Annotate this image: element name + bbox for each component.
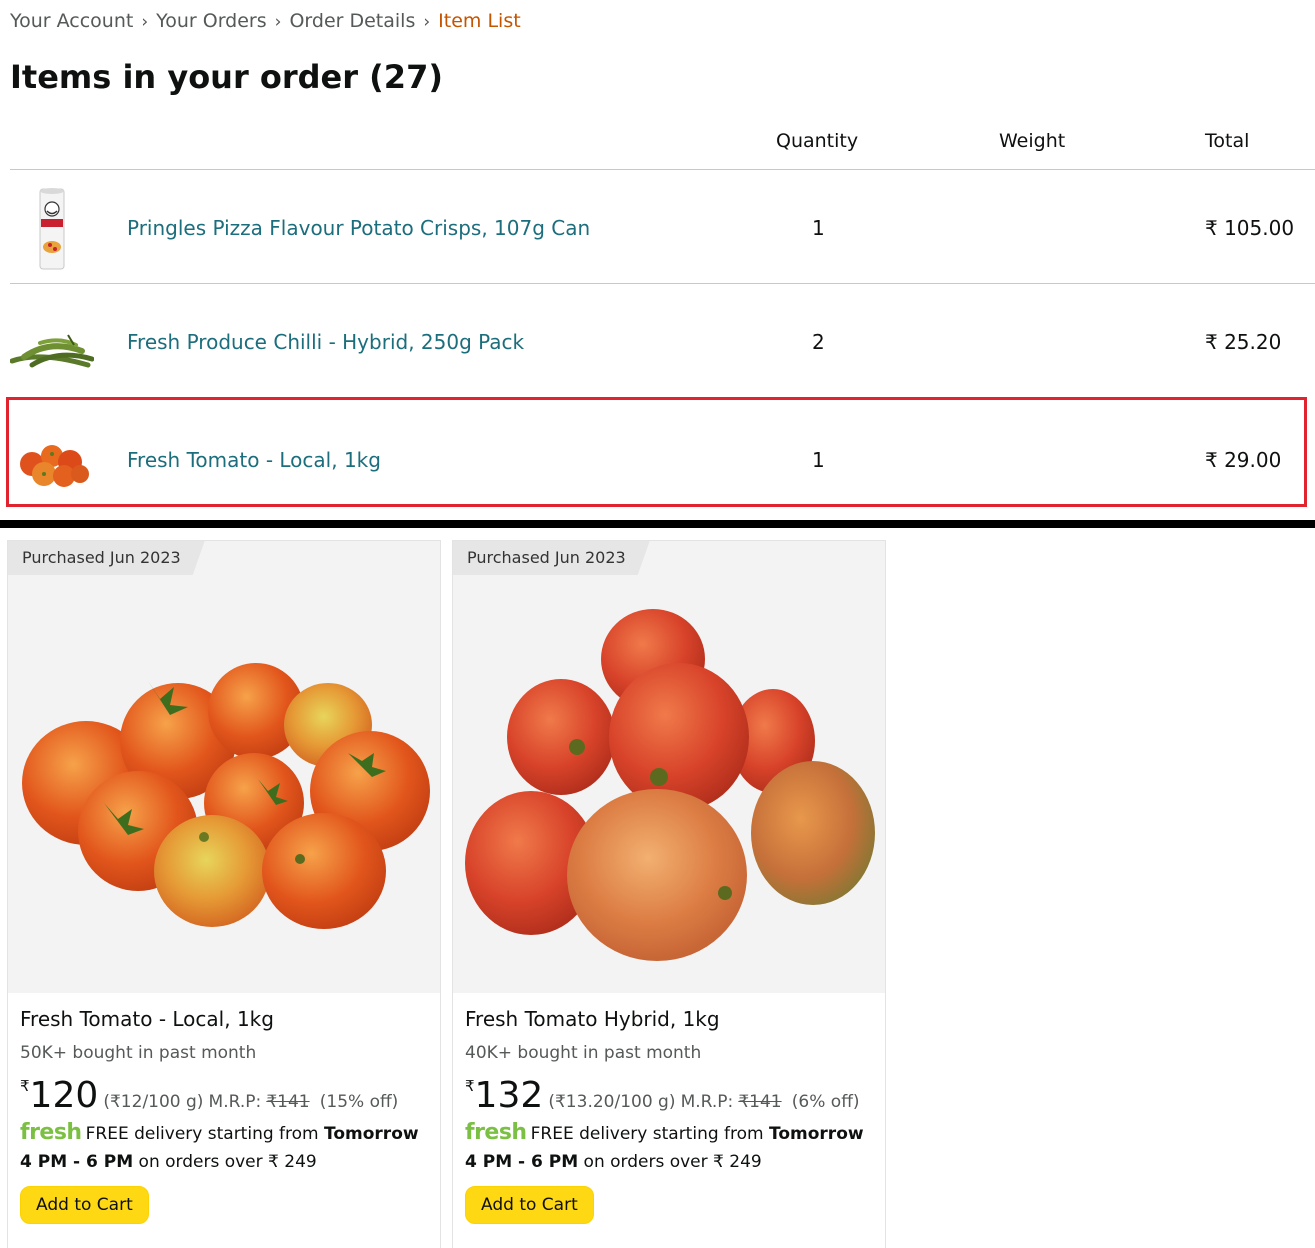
table-row: Pringles Pizza Flavour Potato Crisps, 10… (10, 171, 1315, 284)
item-total: ₹ 105.00 (1205, 216, 1295, 240)
unit-price: (₹12/100 g) (103, 1092, 204, 1112)
column-header-quantity: Quantity (776, 130, 859, 152)
mrp-label: M.R.P: (208, 1092, 262, 1112)
discount: (6% off) (791, 1092, 860, 1112)
product-title[interactable]: Fresh Tomato Hybrid, 1kg (465, 1007, 875, 1031)
delivery-text: FREE delivery starting from (85, 1124, 319, 1144)
mrp-label: M.R.P: (680, 1092, 734, 1112)
highlight-box (6, 397, 1307, 507)
item-quantity: 1 (812, 216, 825, 240)
delivery-text: FREE delivery starting from (530, 1124, 764, 1144)
currency-symbol: ₹ (465, 1077, 475, 1095)
delivery-info: fresh FREE delivery starting from Tomorro… (465, 1119, 875, 1176)
item-total: ₹ 25.20 (1205, 330, 1282, 354)
product-card: Purchased Jun 2023 Fresh Tomato Hybrid, … (452, 540, 886, 1248)
product-card: Purchased Jun 2023 Fresh Tomato - Local,… (7, 540, 441, 1248)
bought-count: 50K+ bought in past month (20, 1043, 257, 1063)
tomato-hybrid-icon (465, 609, 875, 961)
unit-price: (₹13.20/100 g) (548, 1092, 676, 1112)
product-image[interactable]: Purchased Jun 2023 (453, 541, 885, 993)
purchased-badge: Purchased Jun 2023 (453, 541, 650, 575)
delivery-info: fresh FREE delivery starting from Tomorro… (20, 1119, 430, 1176)
tomato-local-icon (22, 663, 430, 929)
green-chilli-icon[interactable] (10, 299, 94, 383)
currency-symbol: ₹ (20, 1077, 30, 1095)
breadcrumb-order-details[interactable]: Order Details (289, 10, 415, 32)
purchased-badge: Purchased Jun 2023 (8, 541, 205, 575)
breadcrumb: Your Account › Your Orders › Order Details › I… (10, 10, 521, 32)
breadcrumb-your-orders[interactable]: Your Orders (156, 10, 267, 32)
price: 132 (474, 1075, 544, 1116)
price-line: ₹132 (₹13.20/100 g) M.R.P: ₹141 (6% off) (465, 1075, 875, 1116)
add-to-cart-button[interactable]: Add to Cart (20, 1186, 149, 1224)
breadcrumb-item-list: Item List (438, 10, 521, 32)
column-header-total: Total (1205, 130, 1250, 152)
pringles-can-icon[interactable] (10, 187, 94, 271)
price-line: ₹120 (₹12/100 g) M.R.P: ₹141 (15% off) (20, 1075, 430, 1116)
breadcrumb-separator: › (423, 12, 431, 32)
breadcrumb-separator: › (141, 12, 149, 32)
discount: (15% off) (319, 1092, 399, 1112)
table-header: Quantity Weight Total (10, 118, 1315, 170)
product-details: Fresh Tomato - Local, 1kg 50K+ bought in… (20, 1007, 430, 1224)
item-link-pringles[interactable]: Pringles Pizza Flavour Potato Crisps, 10… (127, 216, 590, 240)
mrp-value: ₹141 (266, 1092, 310, 1112)
product-title[interactable]: Fresh Tomato - Local, 1kg (20, 1007, 430, 1031)
section-divider (0, 520, 1315, 528)
mrp-value: ₹141 (738, 1092, 782, 1112)
bought-count: 40K+ bought in past month (465, 1043, 702, 1063)
product-image[interactable]: Purchased Jun 2023 (8, 541, 440, 993)
delivery-threshold: on orders over ₹ 249 (138, 1152, 317, 1172)
add-to-cart-button[interactable]: Add to Cart (465, 1186, 594, 1224)
item-quantity: 2 (812, 330, 825, 354)
fresh-logo: fresh (20, 1120, 82, 1145)
price: 120 (29, 1075, 99, 1116)
delivery-threshold: on orders over ₹ 249 (583, 1152, 762, 1172)
column-header-weight: Weight (999, 130, 1066, 152)
fresh-logo: fresh (465, 1120, 527, 1145)
item-link-chilli[interactable]: Fresh Produce Chilli - Hybrid, 250g Pack (127, 330, 524, 354)
order-items-panel: Your Account › Your Orders › Order Details › I… (0, 0, 1315, 520)
breadcrumb-your-account[interactable]: Your Account (10, 10, 133, 32)
breadcrumb-separator: › (274, 12, 282, 32)
page-title: Items in your order (27) (10, 58, 443, 96)
product-details: Fresh Tomato Hybrid, 1kg 40K+ bought in … (465, 1007, 875, 1224)
table-row: Fresh Produce Chilli - Hybrid, 250g Pack… (10, 285, 1315, 398)
